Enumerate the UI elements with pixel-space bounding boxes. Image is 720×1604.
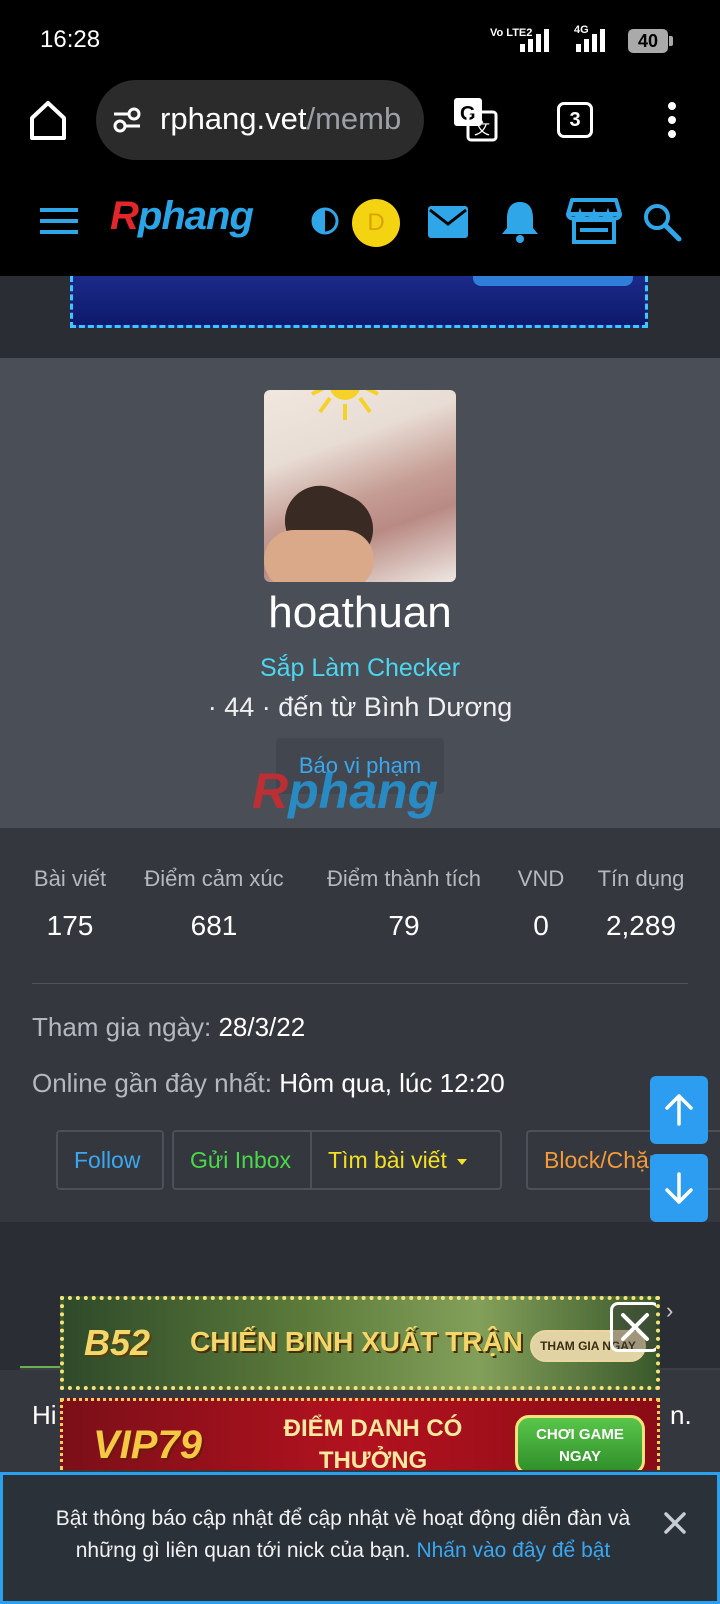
translate-icon[interactable]: G 文: [452, 96, 498, 142]
chevron-right-icon[interactable]: ›: [666, 1298, 673, 1324]
profile-meta: · 44 · đến từ Bình Dương: [207, 692, 513, 722]
ad-banner-vip79[interactable]: VIP79 ĐIỂM DANH CÓ THƯỞNG CHƠI GAME NGAY: [60, 1398, 660, 1470]
last-seen-row: Online gần đây nhất: Hôm qua, lúc 12:20: [32, 1068, 505, 1099]
profile-stats: Bài viết 175 Điểm cảm xúc 681 Điểm thành…: [0, 828, 720, 1222]
close-icon: [621, 1313, 649, 1341]
site-header: Rphang D: [0, 164, 720, 276]
content-text-start: Hi: [32, 1400, 57, 1430]
profile-username: hoathuan: [268, 588, 452, 637]
enable-notifications-link[interactable]: Nhấn vào đây để bật: [416, 1539, 610, 1562]
ad2-brand: VIP79: [93, 1423, 202, 1467]
ad-banner-b52[interactable]: B52 CHIẾN BINH XUẤT TRẬN THAM GIA NGAY: [60, 1296, 660, 1390]
find-posts-button[interactable]: Tìm bài viết: [310, 1130, 502, 1190]
ad-close-button[interactable]: [610, 1302, 656, 1352]
stat-value: 2,289: [605, 910, 677, 941]
arrow-up-icon: [665, 1094, 693, 1126]
notification-bell-icon[interactable]: [498, 198, 542, 244]
profile-card: hoathuan Sắp Làm Checker · 44 · đến từ B…: [0, 358, 720, 828]
watermark-text: phang: [288, 763, 439, 819]
theme-toggle-icon[interactable]: [310, 206, 340, 236]
stat-posts[interactable]: Bài viết 175: [32, 866, 108, 942]
site-settings-icon[interactable]: [112, 106, 142, 134]
ad1-text: CHIẾN BINH XUẤT TRẬN: [190, 1326, 523, 1357]
menu-icon[interactable]: [40, 206, 78, 236]
chevron-down-icon: [456, 1158, 467, 1165]
stat-vnd: VND 0: [516, 866, 566, 942]
url-host: rphang.vet: [160, 101, 307, 136]
close-icon[interactable]: [663, 1511, 687, 1535]
stat-value: 681: [190, 910, 238, 941]
scroll-top-button[interactable]: [650, 1076, 708, 1144]
signal-icon-2: [576, 28, 605, 52]
find-posts-label: Tìm bài viết: [328, 1147, 447, 1173]
banner-image: [70, 276, 648, 328]
stat-credit: Tín dụng 2,289: [594, 866, 688, 942]
content-text-end: n.: [670, 1400, 692, 1430]
user-avatar[interactable]: D: [352, 199, 400, 247]
stat-value: 79: [388, 910, 420, 941]
stat-label: Bài viết: [33, 866, 107, 891]
battery-level: 40: [637, 31, 659, 51]
top-ad-banner[interactable]: [0, 276, 720, 358]
battery-icon: 40: [628, 29, 673, 53]
browser-toolbar: rphang.vet/memb G 文 3: [0, 80, 720, 164]
notification-text: Bật thông báo cập nhật để cập nhật về ho…: [33, 1503, 653, 1567]
search-icon[interactable]: [642, 202, 682, 242]
joined-label: Tham gia ngày:: [32, 1012, 212, 1042]
ad1-brand: B52: [84, 1322, 151, 1363]
url-path: /memb: [306, 101, 402, 136]
home-icon[interactable]: [28, 98, 68, 142]
stat-reactions[interactable]: Điểm cảm xúc 681: [138, 866, 290, 942]
stat-trophies[interactable]: Điểm thành tích 79: [320, 866, 488, 942]
profile-user-title: Sắp Làm Checker: [259, 654, 461, 682]
push-notification-prompt: Bật thông báo cập nhật để cập nhật về ho…: [0, 1472, 720, 1604]
site-logo[interactable]: Rphang: [110, 194, 254, 239]
arrow-down-icon: [665, 1172, 693, 1204]
watermark-letter: R: [252, 763, 289, 819]
store-icon[interactable]: [566, 196, 622, 246]
stat-label: Điểm thành tích: [326, 866, 482, 891]
address-bar[interactable]: rphang.vet/memb: [96, 80, 424, 160]
banner-pill: [473, 276, 633, 286]
status-bar: 16:28 Vo LTE2 4G 40: [0, 0, 720, 80]
joined-row: Tham gia ngày: 28/3/22: [32, 1012, 305, 1043]
send-inbox-button[interactable]: Gửi Inbox: [172, 1130, 312, 1190]
photo-detail-2: [264, 530, 374, 582]
stat-label: VND: [517, 866, 565, 891]
sun-sticker-icon: [311, 390, 379, 420]
more-options-icon[interactable]: [662, 100, 682, 140]
last-seen-label: Online gần đây nhất:: [32, 1068, 272, 1098]
stat-label: Tín dụng: [597, 866, 685, 891]
mail-icon[interactable]: [426, 204, 470, 240]
scroll-bottom-button[interactable]: [650, 1154, 708, 1222]
url-text[interactable]: rphang.vet/memb: [160, 101, 401, 137]
stat-label: Điểm cảm xúc: [144, 866, 284, 891]
joined-value: 28/3/22: [218, 1012, 306, 1042]
ad2-text: ĐIỂM DANH CÓ THƯỞNG: [283, 1415, 463, 1470]
follow-button[interactable]: Follow: [56, 1130, 164, 1190]
logo-text: phang: [137, 194, 254, 238]
watermark-logo: Rphang: [252, 762, 438, 820]
ad2-cta[interactable]: CHƠI GAME NGAY: [515, 1415, 645, 1470]
last-seen-value: Hôm qua, lúc 12:20: [279, 1068, 505, 1098]
stat-value: 175: [46, 910, 94, 941]
profile-avatar[interactable]: [264, 390, 456, 582]
divider: [32, 983, 688, 984]
svg-text:文: 文: [474, 119, 490, 138]
status-time: 16:28: [40, 26, 101, 53]
logo-letter: R: [110, 194, 139, 238]
stat-value: 0: [533, 910, 549, 941]
signal-icon: [520, 28, 549, 52]
tab-switcher-button[interactable]: 3: [557, 102, 593, 138]
